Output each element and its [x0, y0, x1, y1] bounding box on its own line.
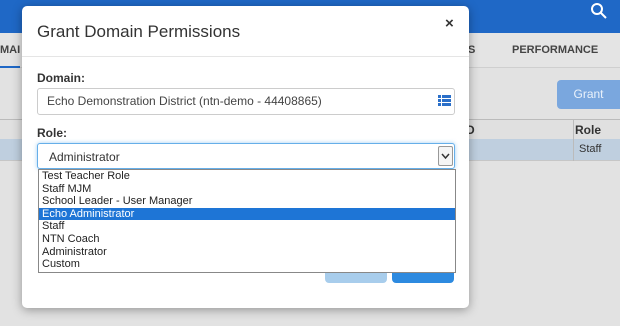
role-option[interactable]: Staff	[39, 220, 455, 233]
domain-field[interactable]: Echo Demonstration District (ntn-demo - …	[37, 88, 455, 115]
chevron-down-icon[interactable]	[438, 146, 453, 166]
role-dropdown-list[interactable]: Test Teacher Role Staff MJM School Leade…	[38, 169, 456, 273]
role-label: Role:	[37, 126, 67, 140]
role-option[interactable]: Test Teacher Role	[39, 170, 455, 183]
dialog-title: Grant Domain Permissions	[37, 22, 241, 41]
role-option[interactable]: NTN Coach	[39, 233, 455, 246]
role-option[interactable]: Custom	[39, 258, 455, 271]
domain-label: Domain:	[37, 71, 85, 85]
role-option[interactable]: School Leader - User Manager	[39, 195, 455, 208]
list-icon[interactable]	[438, 95, 451, 106]
role-selected-value: Administrator	[49, 150, 120, 164]
role-option-highlighted[interactable]: Echo Administrator	[39, 207, 455, 221]
dialog-divider	[22, 56, 469, 57]
role-option[interactable]: Staff MJM	[39, 183, 455, 196]
close-icon[interactable]: ×	[445, 15, 454, 32]
role-select[interactable]: Administrator	[37, 143, 455, 169]
role-option[interactable]: Administrator	[39, 246, 455, 259]
domain-value: Echo Demonstration District (ntn-demo - …	[47, 94, 322, 108]
